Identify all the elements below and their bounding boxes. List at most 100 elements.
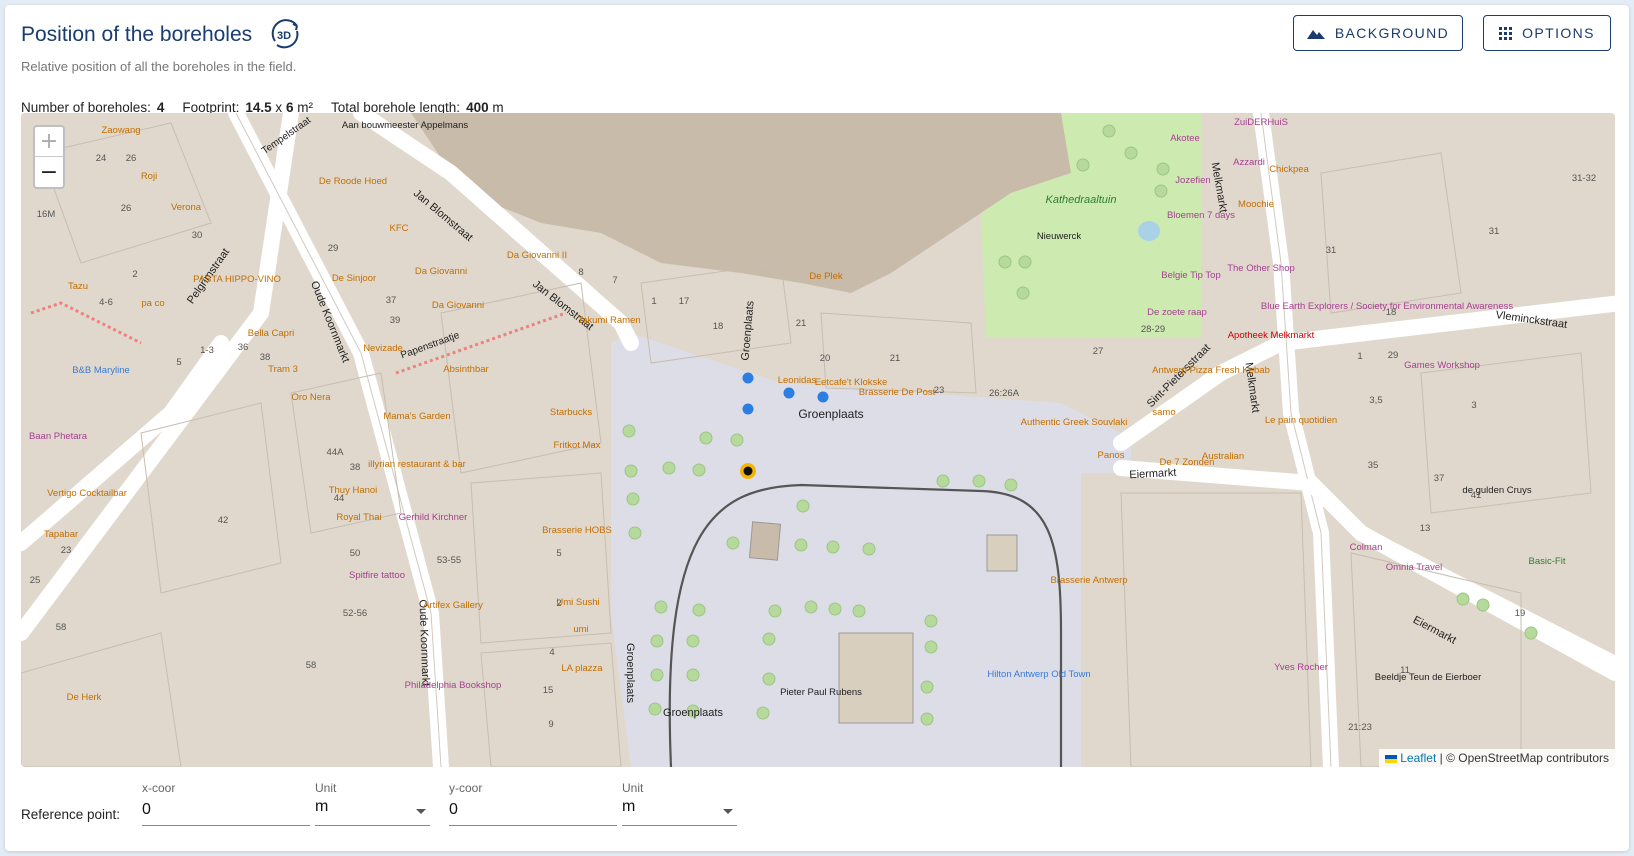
place-label: Beeldje Teun de Eierboer (1375, 672, 1482, 683)
x-coordinate-label: x-coor (142, 781, 176, 795)
borehole-marker[interactable] (742, 403, 754, 415)
tree-icon (628, 526, 642, 540)
tree-icon (1456, 592, 1470, 606)
zoom-control: + − (33, 125, 65, 189)
place-label: B&B Maryline (72, 365, 130, 376)
3d-view-icon[interactable]: 3D (267, 17, 305, 53)
place-label: De Sinjoor (332, 273, 376, 284)
place-label: Authentic Greek Souvlaki (1021, 417, 1128, 428)
tree-icon (972, 474, 986, 488)
house-number-label: 37 (1434, 473, 1445, 484)
tree-icon (794, 538, 808, 552)
house-number-label: 41 (1471, 490, 1482, 501)
grid-icon (1499, 26, 1513, 40)
house-number-label: 1-3 (200, 345, 214, 356)
tree-icon (686, 634, 700, 648)
house-number-label: 26 (121, 203, 132, 214)
house-number-label: 50 (350, 548, 361, 559)
place-label: De Roode Hoed (319, 176, 387, 187)
street-label: Eiermarkt (1129, 467, 1177, 481)
house-number-label: 20 (820, 353, 831, 364)
house-number-label: 24 (96, 153, 107, 164)
leaflet-link[interactable]: Leaflet (1400, 751, 1436, 765)
y-unit-select[interactable]: m (622, 798, 737, 826)
options-button[interactable]: OPTIONS (1483, 15, 1611, 51)
background-button-label: BACKGROUND (1334, 25, 1450, 41)
tree-icon (699, 431, 713, 445)
place-label: Starbucks (550, 407, 592, 418)
place-label: Vertigo Cocktailbar (47, 488, 127, 499)
house-number-label: 15 (543, 685, 554, 696)
reference-point-label: Reference point: (21, 807, 121, 822)
place-label: Moochie (1238, 199, 1274, 210)
place-label: Yves Rocher (1274, 662, 1328, 673)
place-label: LA plazza (561, 663, 603, 674)
place-label: Basic-Fit (1529, 556, 1566, 567)
place-label: Bloemen 7 days (1167, 210, 1235, 221)
place-label: Chickpea (1269, 164, 1309, 175)
place-label: pa co (141, 298, 164, 309)
tree-icon (654, 600, 668, 614)
place-label: Philadelphia Bookshop (405, 680, 502, 691)
place-label: Tazu (68, 281, 88, 292)
place-label: Roji (141, 171, 157, 182)
x-unit-select[interactable]: m (315, 798, 430, 826)
tree-icon (826, 540, 840, 554)
place-label: Umi Sushi (556, 597, 599, 608)
tree-icon (1018, 255, 1032, 269)
tree-icon (1004, 478, 1018, 492)
3d-badge-text: 3D (277, 30, 291, 42)
place-label: Spitfire tattoo (349, 570, 405, 581)
place-label: The Other Shop (1227, 263, 1295, 274)
x-coordinate-input[interactable] (142, 798, 310, 826)
place-label: Baan Phetara (29, 431, 88, 442)
place-label: Brasserie Antwerp (1050, 575, 1127, 586)
zoom-out-button[interactable]: − (35, 157, 63, 187)
tree-icon (1154, 184, 1168, 198)
place-label: Kathedraaltuin (1046, 194, 1117, 206)
chevron-down-icon (416, 809, 426, 814)
tree-icon (852, 604, 866, 618)
borehole-marker[interactable] (742, 372, 754, 384)
map-canvas: GroenplaatsGroenplaatsGroenplaatsGroenpl… (21, 113, 1615, 767)
tree-icon (622, 424, 636, 438)
place-label: Jozefien (1175, 175, 1210, 186)
borehole-marker[interactable] (817, 391, 829, 403)
place-label: Gerhild Kirchner (399, 512, 468, 523)
house-number-label: 21 (796, 318, 807, 329)
background-button[interactable]: BACKGROUND (1293, 15, 1463, 51)
house-number-label: 28-29 (1141, 324, 1165, 335)
house-number-label: 29 (328, 243, 339, 254)
place-label: Azzardi (1233, 157, 1265, 168)
place-label: Takumi Ramen (577, 315, 640, 326)
map-attribution: Leaflet | © OpenStreetMap contributors (1378, 749, 1615, 767)
place-label: Absinthbar (443, 364, 488, 375)
place-label: Royal Thai (336, 512, 381, 523)
tree-icon (796, 499, 810, 513)
tree-icon (828, 602, 842, 616)
house-number-label: 16M (37, 209, 56, 220)
tree-icon (686, 668, 700, 682)
tree-icon (1076, 158, 1090, 172)
place-label: De Herk (67, 692, 102, 703)
place-label: Da Giovanni (415, 266, 467, 277)
house-number-label: 31-32 (1572, 173, 1596, 184)
house-number-label: 7 (612, 275, 617, 286)
x-unit-label: Unit (315, 781, 337, 795)
place-label: Apotheek Melkmarkt (1228, 330, 1315, 341)
place-label: Australian (1202, 451, 1244, 462)
osm-attribution: | © OpenStreetMap contributors (1439, 751, 1609, 765)
place-label: Artifex Gallery (423, 600, 483, 611)
place-label: Pieter Paul Rubens (780, 687, 862, 698)
tree-icon (762, 672, 776, 686)
place-label: Aan bouwmeester Appelmans (342, 120, 468, 131)
house-number-label: 21 (890, 353, 901, 364)
house-number-label: 17 (679, 296, 690, 307)
tree-icon (662, 461, 676, 475)
zoom-in-button[interactable]: + (35, 127, 63, 157)
place-label: Games Workshop (1404, 360, 1480, 371)
place-label: Brasserie De Post (859, 387, 936, 398)
y-coordinate-input[interactable] (449, 798, 617, 826)
borehole-marker[interactable] (783, 387, 795, 399)
map-view[interactable]: + − Groenplaats Groenplaats Groenplaats … (21, 113, 1615, 767)
